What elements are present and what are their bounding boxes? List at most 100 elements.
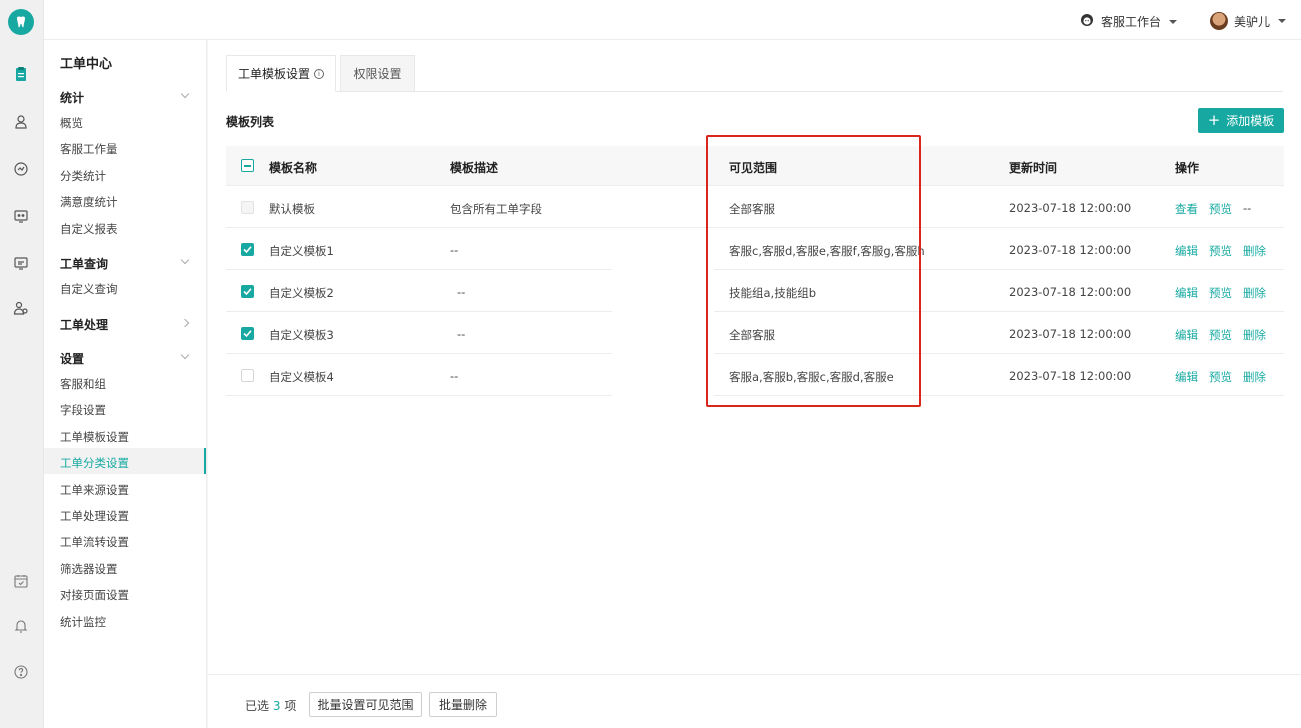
help-icon[interactable] bbox=[11, 662, 31, 682]
table-row: 自定义模板4 -- 客服a,客服b,客服c,客服d,客服e 2023-07-18… bbox=[226, 354, 1284, 396]
sidebar-item-satisfaction-stats[interactable]: 满意度统计 bbox=[60, 194, 118, 210]
tab-bar: 工单模板设置 i 权限设置 bbox=[226, 55, 1283, 92]
user-group-icon[interactable] bbox=[11, 298, 31, 318]
avatar bbox=[1210, 12, 1228, 30]
chevron-down-icon[interactable] bbox=[180, 350, 190, 360]
bell-icon[interactable] bbox=[11, 616, 31, 636]
dashboard-gauge-icon[interactable] bbox=[11, 159, 31, 179]
sidebar-item-template-settings[interactable]: 工单模板设置 bbox=[60, 429, 129, 445]
sidebar-item-field-settings[interactable]: 字段设置 bbox=[60, 402, 106, 418]
table-row: 自定义模板1 -- 客服c,客服d,客服e,客服f,客服g,客服h 2023-0… bbox=[226, 228, 1284, 270]
section-title: 模板列表 bbox=[226, 115, 275, 129]
sidebar-item-process-settings[interactable]: 工单处理设置 bbox=[60, 508, 129, 524]
chat-monitor-icon[interactable] bbox=[11, 206, 31, 226]
chevron-right-icon[interactable] bbox=[180, 318, 190, 328]
col-template-name[interactable]: 模板名称 bbox=[269, 159, 317, 176]
template-name: 自定义模板3 bbox=[269, 328, 334, 342]
add-template-label: 添加模板 bbox=[1226, 114, 1275, 128]
delete-link[interactable]: 删除 bbox=[1243, 327, 1266, 343]
row-checkbox[interactable] bbox=[241, 243, 254, 256]
visible-scope: 技能组a,技能组b bbox=[729, 286, 817, 300]
sidebar-group-query[interactable]: 工单查询 bbox=[60, 255, 108, 272]
info-icon[interactable]: i bbox=[314, 68, 324, 79]
sidebar-item-flow-settings[interactable]: 工单流转设置 bbox=[60, 534, 129, 550]
sidebar-group-stats[interactable]: 统计 bbox=[60, 89, 84, 106]
table-row: 默认模板 包含所有工单字段 全部客服 2023-07-18 12:00:00 查… bbox=[226, 186, 1284, 228]
top-bar: 客服工作台 美驴儿 bbox=[44, 0, 1301, 40]
sidebar-group-process[interactable]: 工单处理 bbox=[60, 316, 108, 333]
workspace-switcher[interactable]: 客服工作台 bbox=[1079, 12, 1178, 31]
row-checkbox[interactable] bbox=[241, 285, 254, 298]
tab-label: 权限设置 bbox=[353, 67, 402, 81]
user-menu[interactable]: 美驴儿 bbox=[1210, 12, 1287, 30]
delete-link[interactable]: 删除 bbox=[1243, 285, 1266, 301]
sidebar-item-stats-monitor[interactable]: 统计监控 bbox=[60, 614, 106, 630]
delete-link[interactable]: 删除 bbox=[1243, 369, 1266, 385]
template-name: 自定义模板1 bbox=[269, 244, 334, 258]
updated-time: 2023-07-18 12:00:00 bbox=[1009, 285, 1132, 299]
template-desc: -- bbox=[450, 243, 459, 257]
sidebar-title: 工单中心 bbox=[60, 57, 113, 72]
sidebar-item-category-settings[interactable]: 工单分类设置 bbox=[60, 455, 129, 471]
add-template-button[interactable]: + 添加模板 bbox=[1198, 108, 1284, 133]
chevron-down-icon[interactable] bbox=[180, 255, 190, 265]
col-updated-time[interactable]: 更新时间 bbox=[1009, 159, 1057, 176]
visible-scope: 客服c,客服d,客服e,客服f,客服g,客服h bbox=[729, 244, 925, 258]
col-template-desc[interactable]: 模板描述 bbox=[450, 159, 498, 176]
sidebar-item-agent-workload[interactable]: 客服工作量 bbox=[60, 141, 118, 157]
workspace-label: 客服工作台 bbox=[1101, 15, 1162, 29]
preview-link[interactable]: 预览 bbox=[1209, 369, 1232, 385]
agent-icon[interactable] bbox=[11, 112, 31, 132]
edit-link[interactable]: 编辑 bbox=[1175, 327, 1198, 343]
row-checkbox[interactable] bbox=[241, 327, 254, 340]
edit-link[interactable]: 编辑 bbox=[1175, 243, 1198, 259]
select-all-checkbox[interactable] bbox=[241, 159, 254, 172]
batch-set-scope-button[interactable]: 批量设置可见范围 bbox=[309, 692, 422, 717]
headset-agent-icon bbox=[1079, 12, 1095, 31]
edit-link[interactable]: 编辑 bbox=[1175, 369, 1198, 385]
check-icon bbox=[243, 288, 252, 296]
sidebar-item-custom-query[interactable]: 自定义查询 bbox=[60, 281, 118, 297]
template-name: 默认模板 bbox=[269, 202, 315, 216]
calendar-check-icon[interactable] bbox=[11, 571, 31, 591]
template-desc: 包含所有工单字段 bbox=[450, 202, 542, 216]
preview-link[interactable]: 预览 bbox=[1209, 285, 1232, 301]
updated-time: 2023-07-18 12:00:00 bbox=[1009, 201, 1132, 215]
visible-scope: 全部客服 bbox=[729, 328, 775, 342]
delete-link[interactable]: 删除 bbox=[1243, 243, 1266, 259]
visible-scope: 客服a,客服b,客服c,客服d,客服e bbox=[729, 370, 894, 384]
row-checkbox[interactable] bbox=[241, 369, 254, 382]
preview-link[interactable]: 预览 bbox=[1209, 327, 1232, 343]
plus-icon: + bbox=[1207, 111, 1221, 129]
footer-bar: 已选 3 项 批量设置可见范围 批量删除 bbox=[208, 674, 1301, 728]
col-visible-scope[interactable]: 可见范围 bbox=[729, 159, 777, 176]
selection-count: 已选 3 项 bbox=[245, 697, 296, 714]
tab-permission-settings[interactable]: 权限设置 bbox=[340, 55, 415, 92]
preview-link[interactable]: 预览 bbox=[1209, 201, 1232, 217]
selected-suffix: 项 bbox=[284, 699, 297, 713]
sidebar-item-category-stats[interactable]: 分类统计 bbox=[60, 168, 106, 184]
table-row: 自定义模板3 -- 全部客服 2023-07-18 12:00:00 编辑 预览… bbox=[226, 312, 1284, 354]
view-link[interactable]: 查看 bbox=[1175, 201, 1198, 217]
screen-chat-icon[interactable] bbox=[11, 253, 31, 273]
sidebar-item-filter-settings[interactable]: 筛选器设置 bbox=[60, 561, 118, 577]
preview-link[interactable]: 预览 bbox=[1209, 243, 1232, 259]
sidebar-item-custom-report[interactable]: 自定义报表 bbox=[60, 221, 118, 237]
template-desc: -- bbox=[457, 285, 466, 299]
clipboard-icon[interactable] bbox=[11, 64, 31, 84]
sidebar-item-agents-groups[interactable]: 客服和组 bbox=[60, 376, 106, 392]
visible-scope: 全部客服 bbox=[729, 202, 775, 216]
edit-link[interactable]: 编辑 bbox=[1175, 285, 1198, 301]
chevron-down-icon[interactable] bbox=[180, 89, 190, 99]
batch-delete-button[interactable]: 批量删除 bbox=[429, 692, 497, 717]
icon-rail bbox=[0, 0, 44, 728]
updated-time: 2023-07-18 12:00:00 bbox=[1009, 327, 1132, 341]
sidebar-item-overview[interactable]: 概览 bbox=[60, 115, 83, 131]
template-name: 自定义模板4 bbox=[269, 370, 334, 384]
tab-template-settings[interactable]: 工单模板设置 i bbox=[226, 55, 336, 92]
sidebar-item-integration-settings[interactable]: 对接页面设置 bbox=[60, 587, 129, 603]
sidebar-group-settings[interactable]: 设置 bbox=[60, 350, 84, 367]
sidebar-item-source-settings[interactable]: 工单来源设置 bbox=[60, 482, 129, 498]
template-desc: -- bbox=[457, 327, 466, 341]
app-logo-icon[interactable] bbox=[8, 9, 34, 35]
